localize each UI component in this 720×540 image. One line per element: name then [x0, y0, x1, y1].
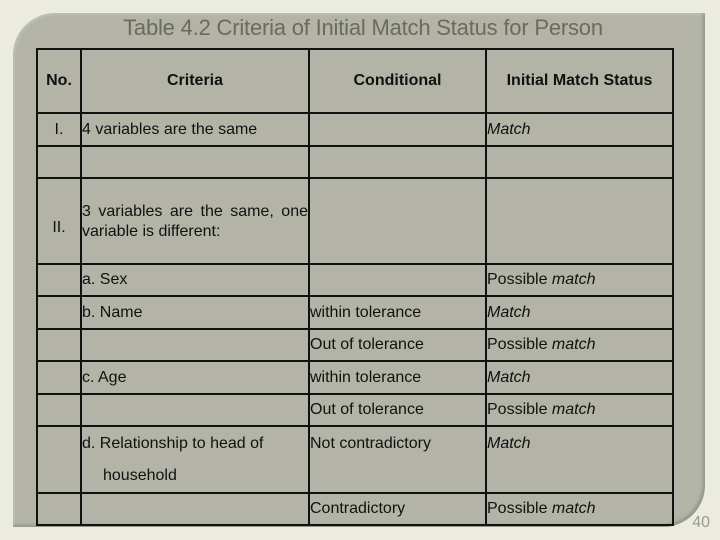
cell-conditional: within tolerance: [308, 295, 487, 330]
cell-status: Match: [485, 295, 674, 330]
cell-no: [36, 492, 82, 526]
cell-criteria: d. Relationship to head of household: [80, 425, 310, 494]
table-row: Out of tolerance Possible match: [36, 328, 674, 362]
header-criteria: Criteria: [80, 48, 310, 114]
cell-status: [485, 177, 674, 265]
status-italic: match: [551, 271, 596, 288]
cell-no: [36, 295, 82, 330]
cell-status: Match: [485, 360, 674, 395]
status-italic: Match: [487, 303, 531, 321]
cell-no: [36, 360, 82, 395]
header-initial-match-status: Initial Match Status: [485, 48, 674, 114]
cell-conditional: Contradictory: [308, 492, 487, 526]
cell-criteria: [80, 393, 310, 427]
cell-conditional: [308, 177, 487, 265]
table-row: Out of tolerance Possible match: [36, 393, 674, 427]
slide-title: Table 4.2 Criteria of Initial Match Stat…: [123, 15, 603, 40]
cell-criteria: 4 variables are the same: [80, 112, 310, 147]
header-conditional: Conditional: [308, 48, 487, 114]
status-italic: match: [551, 500, 596, 517]
cell-status: Match: [485, 112, 674, 147]
cell-no: I.: [36, 112, 82, 147]
cell-conditional: [308, 145, 487, 179]
cell-conditional: within tolerance: [308, 360, 487, 395]
cell-criteria: a. Sex: [80, 263, 310, 297]
cell-status: [485, 145, 674, 179]
status-italic: Match: [487, 120, 531, 138]
status-italic: Match: [487, 368, 531, 386]
table-row: c. Age within tolerance Match: [36, 360, 674, 395]
cell-criteria: 3 variables are the same, one variable i…: [80, 177, 310, 265]
cell-criteria: [80, 328, 310, 362]
cell-status: Match: [485, 425, 674, 494]
criteria-line-2: household: [103, 467, 177, 484]
cell-conditional: Out of tolerance: [308, 393, 487, 427]
table-row: a. Sex Possible match: [36, 263, 674, 297]
header-no: No.: [36, 48, 82, 114]
cell-conditional: Out of tolerance: [308, 328, 487, 362]
cell-status: Possible match: [485, 393, 674, 427]
status-italic: match: [551, 401, 596, 418]
status-prefix: Possible: [487, 500, 552, 517]
cell-status: Possible match: [485, 263, 674, 297]
criteria-text: 3 variables are the same, one variable i…: [82, 203, 308, 240]
cell-criteria: b. Name: [80, 295, 310, 330]
cell-no: [36, 145, 82, 179]
cell-no: [36, 328, 82, 362]
status-italic: Match: [487, 435, 531, 452]
status-prefix: Possible: [487, 271, 552, 288]
page-number: 40: [692, 514, 710, 531]
table-row: II. 3 variables are the same, one variab…: [36, 177, 674, 265]
cell-conditional: [308, 112, 487, 147]
cell-conditional: Not contradictory: [308, 425, 487, 494]
cell-no: II.: [36, 177, 82, 265]
cell-criteria: [80, 145, 310, 179]
conditional-text: Not contradictory: [310, 435, 431, 452]
cell-no: [36, 393, 82, 427]
status-prefix: Possible: [487, 336, 552, 353]
cell-no: [36, 425, 82, 494]
cell-status: Possible match: [485, 492, 674, 526]
table-row: d. Relationship to head of household Not…: [36, 425, 674, 494]
cell-conditional: [308, 263, 487, 297]
status-italic: match: [551, 336, 596, 353]
table-row: I. 4 variables are the same Match: [36, 112, 674, 147]
status-text: Match: [487, 428, 671, 460]
status-prefix: Possible: [487, 401, 552, 418]
table-header-row: No. Criteria Conditional Initial Match S…: [36, 48, 674, 114]
criteria-line-1: d. Relationship to head of: [82, 435, 264, 452]
cell-criteria: [80, 492, 310, 526]
table-row: b. Name within tolerance Match: [36, 295, 674, 330]
criteria-table: No. Criteria Conditional Initial Match S…: [36, 48, 674, 526]
cell-status: Possible match: [485, 328, 674, 362]
cell-criteria: c. Age: [80, 360, 310, 395]
table-row: [36, 145, 674, 179]
table-row: Contradictory Possible match: [36, 492, 674, 526]
cell-no: [36, 263, 82, 297]
criteria-text: d. Relationship to head of household: [82, 428, 307, 491]
